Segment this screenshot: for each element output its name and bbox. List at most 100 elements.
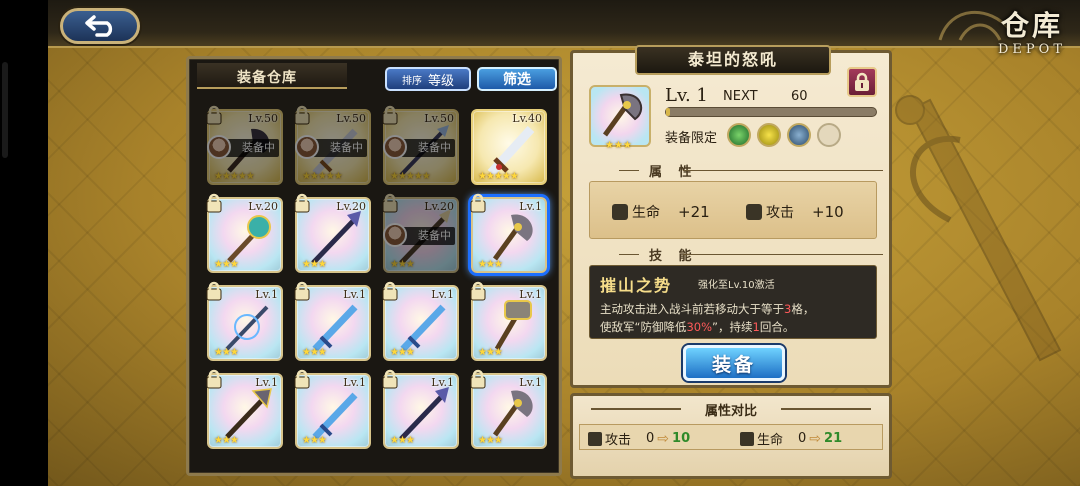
sword-icon (746, 204, 762, 220)
slot-stars: ★★★ (302, 347, 327, 358)
filter-button[interactable]: 筛选 (477, 67, 557, 91)
slot-level: Lv.20 (248, 200, 278, 213)
top-bar: 仓库 DEPOT (48, 0, 1080, 57)
slot-stars: ★★★ (302, 259, 327, 270)
compare-atk-new: 10 (672, 431, 691, 446)
slot-level: Lv.1 (519, 200, 542, 213)
stat-hp: 生命 +21 (612, 202, 710, 222)
equipment-slot[interactable]: Lv.1 ★★★ (470, 369, 547, 449)
equipment-slot[interactable]: Lv.1 ★★★ (470, 193, 547, 273)
item-stars: ★★★ (605, 140, 632, 151)
slot-level: Lv.1 (343, 288, 366, 301)
equipment-grid: Lv.50 ★★★★★ 装备中 Lv.50 ★★★★★ 装备中 Lv.50 ★★★★★ 装备中 L… (206, 105, 555, 465)
equipment-slot[interactable]: Lv.1 ★★★ (206, 281, 283, 361)
depot-screen: { "header": {"title_cn": "仓库", "title_en… (0, 0, 1080, 486)
lock-icon (470, 193, 486, 213)
lock-icon (382, 369, 398, 389)
compare-title: 属性对比 (573, 400, 889, 419)
axe-weapon-icon (602, 93, 643, 137)
inventory-title: 装备仓库 (237, 70, 297, 86)
class-empty-icon (817, 123, 841, 147)
heart-icon (612, 204, 628, 220)
lock-icon (382, 193, 398, 213)
hero-avatar (295, 135, 319, 159)
equipment-slot[interactable]: Lv.20 ★★★ 装备中 (382, 193, 459, 273)
hero-avatar (383, 223, 407, 247)
lock-icon (382, 281, 398, 301)
slot-level: Lv.1 (519, 376, 542, 389)
hero-avatar (383, 135, 407, 159)
side-notch (2, 62, 8, 158)
inventory-panel: 装备仓库 排序 等级 筛选 Lv.50 ★★★★★ 装备中 Lv.50 ★★★★★ 装备中… (186, 56, 562, 476)
stats-box: 生命 +21 攻击 +10 (589, 181, 877, 239)
slot-level: Lv.20 (336, 200, 366, 213)
slot-level: Lv.1 (343, 376, 366, 389)
compare-hp-old: 0 (798, 431, 807, 446)
compare-atk-label: 攻击 (605, 433, 632, 448)
class-restriction-label: 装备限定 (665, 131, 718, 146)
equipment-slot[interactable]: Lv.50 ★★★★★ 装备中 (294, 105, 371, 185)
lock-icon (294, 105, 310, 125)
equipment-slot[interactable]: Lv.20 ★★★ (294, 193, 371, 273)
slot-level: Lv.20 (424, 200, 454, 213)
page-title-cn: 仓库 (1000, 9, 1063, 42)
class-lightning-icon[interactable] (757, 123, 781, 147)
class-lance-icon[interactable] (727, 123, 751, 147)
stat-compare-panel: 属性对比 攻击 0 ⇨ 10 生命 0 ⇨ 21 (570, 393, 892, 479)
hero-avatar (207, 135, 231, 159)
slot-level: Lv.1 (519, 288, 542, 301)
equipment-slot[interactable]: Lv.1 ★★★ (206, 369, 283, 449)
lock-icon (294, 369, 310, 389)
equipment-slot[interactable]: Lv.20 ★★★ (206, 193, 283, 273)
slot-level: Lv.1 (255, 288, 278, 301)
lock-icon (382, 105, 398, 125)
equipment-slot[interactable]: Lv.50 ★★★★★ 装备中 (206, 105, 283, 185)
equipment-slot[interactable]: Lv.1 ★★★ (382, 281, 459, 361)
sort-button[interactable]: 排序 等级 (385, 67, 471, 91)
slot-stars: ★★★ (214, 259, 239, 270)
page-title: 仓库 DEPOT (998, 4, 1066, 57)
equipment-slot[interactable]: Lv.1 ★★★ (470, 281, 547, 361)
heart-icon (740, 431, 754, 446)
lock-toggle-button[interactable] (847, 67, 877, 97)
stat-atk-label: 攻击 (766, 205, 794, 221)
slot-level: Lv.50 (424, 112, 454, 125)
equipment-slot[interactable]: Lv.1 ★★★ (294, 281, 371, 361)
slot-stars: ★★★★★ (390, 171, 431, 182)
compare-atk-old: 0 (646, 431, 655, 446)
stat-atk: 攻击 +10 (746, 202, 844, 222)
arrow-right-icon: ⇨ (809, 430, 822, 447)
background-sword-icon (895, 95, 1062, 362)
next-exp-value: 60 (791, 89, 808, 104)
class-wave-icon[interactable] (787, 123, 811, 147)
equipment-slot[interactable]: Lv.1 ★★★ (294, 369, 371, 449)
sort-value: 等级 (427, 73, 454, 89)
equip-button[interactable]: 装备 (683, 345, 785, 381)
item-portrait: ★★★ (589, 85, 651, 151)
skill-unlock-text: 强化至Lv.10激活 (698, 280, 775, 291)
sword-icon (588, 431, 602, 446)
stat-hp-label: 生命 (632, 205, 660, 221)
item-detail-panel: 泰坦的怒吼 ★★★ Lv. 1 NEXT 60 装备限定 属 性 生命 +21 … (570, 45, 892, 388)
skill-name: 摧山之势 (600, 276, 673, 295)
slot-level: Lv.1 (431, 288, 454, 301)
slot-stars: ★★★ (478, 435, 503, 446)
equipment-slot[interactable]: Lv.1 ★★★ (382, 369, 459, 449)
slot-stars: ★★★★★ (478, 171, 519, 182)
slot-stars: ★★★ (214, 435, 239, 446)
equipment-slot[interactable]: Lv.40 ★★★★★ (471, 109, 547, 185)
slot-level: Lv.50 (248, 112, 278, 125)
back-button[interactable] (60, 8, 140, 44)
stat-hp-value: +21 (678, 203, 710, 221)
lock-icon (206, 369, 222, 389)
slot-stars: ★★★ (390, 435, 415, 446)
compare-hp-new: 21 (824, 431, 843, 446)
back-arrow-icon (85, 15, 113, 37)
stat-atk-value: +10 (812, 203, 844, 221)
slot-level: Lv.1 (431, 376, 454, 389)
skill-description: 主动攻击进入战斗前若移动大于等于3格， 使敌军“防御降低30%”，持续1回合。 (600, 302, 815, 334)
lock-icon (855, 72, 869, 91)
equipment-slot[interactable]: Lv.50 ★★★★★ 装备中 (382, 105, 459, 185)
slot-stars: ★★★ (478, 259, 503, 270)
skill-box: 摧山之势 强化至Lv.10激活 主动攻击进入战斗前若移动大于等于3格， 使敌军“防… (589, 265, 877, 339)
